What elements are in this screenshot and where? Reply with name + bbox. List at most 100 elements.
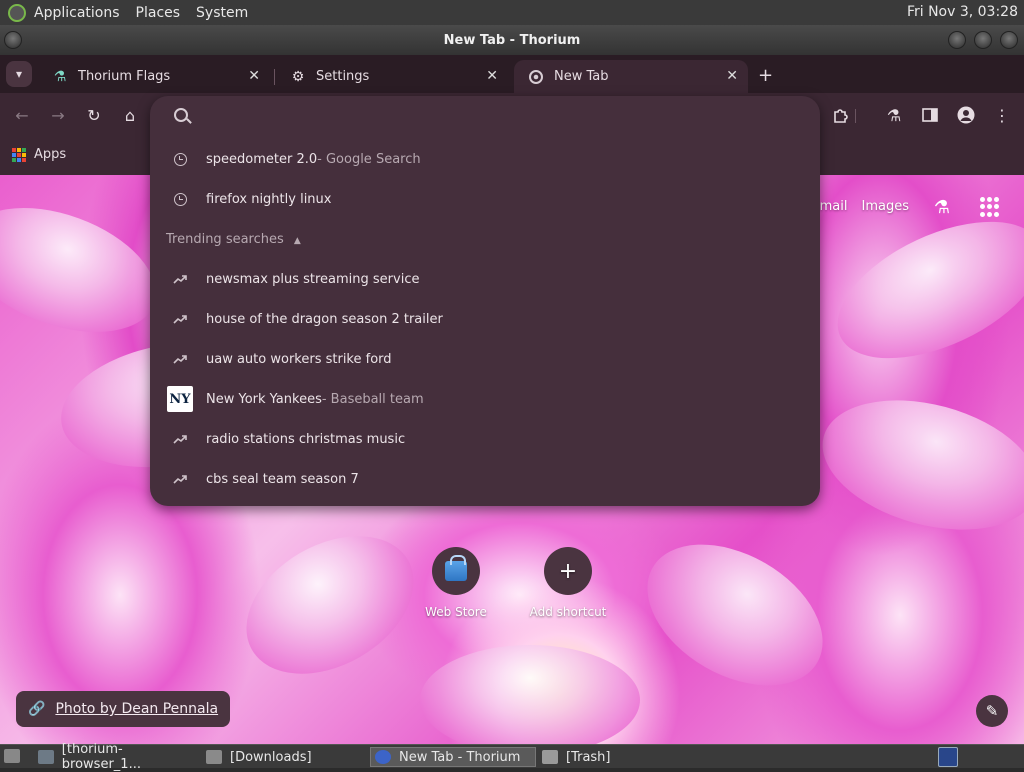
- system-panel: Applications Places System Fri Nov 3, 03…: [0, 0, 1024, 25]
- apps-grid-icon: [12, 147, 26, 162]
- plus-icon: +: [544, 547, 592, 595]
- suggestion-text: radio stations christmas music: [206, 431, 406, 447]
- web-store-icon: [432, 547, 480, 595]
- toolbar-divider: [855, 109, 856, 123]
- distro-logo-icon[interactable]: [8, 3, 26, 22]
- window-titlebar: New Tab - Thorium: [0, 25, 1024, 55]
- task-label: [Trash]: [566, 749, 611, 765]
- shortcut-add[interactable]: + Add shortcut: [518, 547, 618, 619]
- task-thorium-archive[interactable]: [thorium-browser_1...: [38, 742, 200, 772]
- tab-thorium-flags[interactable]: ⚗ Thorium Flags ✕: [38, 60, 270, 93]
- folder-icon: [206, 750, 222, 764]
- task-downloads[interactable]: [Downloads]: [206, 747, 366, 767]
- trend-icon: [172, 471, 188, 487]
- new-tab-plus-icon[interactable]: +: [758, 65, 773, 86]
- ntp-header-links: Gmail Images: [810, 199, 909, 214]
- suggestion-text: firefox nightly linux: [206, 191, 332, 207]
- task-label: [Downloads]: [230, 749, 312, 765]
- customize-pencil-icon[interactable]: ✎: [976, 695, 1008, 727]
- shortcut-label: Add shortcut: [529, 605, 607, 619]
- task-trash[interactable]: [Trash]: [542, 747, 662, 767]
- trash-icon: [542, 750, 558, 764]
- extensions-puzzle-icon[interactable]: [828, 103, 852, 127]
- close-icon[interactable]: ✕: [726, 68, 738, 84]
- side-panel-icon[interactable]: [918, 103, 942, 127]
- forward-arrow-icon[interactable]: →: [46, 103, 70, 127]
- window-title: New Tab - Thorium: [443, 32, 581, 48]
- search-icon: [174, 108, 188, 122]
- shortcut-label: Web Store: [425, 605, 487, 619]
- tab-label: Settings: [316, 69, 370, 84]
- places-menu[interactable]: Places: [128, 5, 189, 21]
- suggestion-row[interactable]: speedometer 2.0 - Google Search: [150, 139, 820, 179]
- tab-divider: [274, 69, 275, 85]
- trend-icon: [172, 271, 188, 287]
- applications-menu[interactable]: Applications: [26, 5, 128, 21]
- trending-searches-header[interactable]: Trending searches ▲: [166, 232, 301, 247]
- maximize-button[interactable]: [974, 31, 992, 49]
- task-label: New Tab - Thorium: [399, 749, 521, 765]
- photo-credit-label: Photo by Dean Pennala: [55, 701, 219, 717]
- trending-row[interactable]: cbs seal team season 7: [150, 459, 820, 499]
- background-petal: [0, 184, 173, 356]
- archive-icon: [38, 750, 54, 764]
- panel-clock[interactable]: Fri Nov 3, 03:28: [907, 4, 1018, 20]
- trend-icon: [172, 311, 188, 327]
- reload-icon[interactable]: ↻: [82, 103, 106, 127]
- background-petal: [817, 193, 1024, 387]
- bookmark-apps[interactable]: Apps: [12, 147, 66, 162]
- thorium-tray-icon[interactable]: [938, 747, 958, 767]
- home-icon[interactable]: ⌂: [118, 103, 142, 127]
- window-menu-button[interactable]: [4, 31, 22, 49]
- tab-search-button[interactable]: ▾: [6, 61, 32, 87]
- show-desktop-icon[interactable]: [4, 749, 20, 763]
- tab-label: New Tab: [554, 69, 609, 84]
- link-icon: 🔗: [28, 701, 46, 717]
- thorium-icon: [528, 69, 544, 85]
- trending-row[interactable]: newsmax plus streaming service: [150, 259, 820, 299]
- chevron-down-icon: ▾: [15, 67, 23, 81]
- trending-row[interactable]: uaw auto workers strike ford: [150, 339, 820, 379]
- shortcut-web-store[interactable]: Web Store: [406, 547, 506, 619]
- thorium-icon: [375, 750, 391, 764]
- trend-icon: [172, 431, 188, 447]
- close-icon[interactable]: ✕: [248, 68, 260, 84]
- trend-icon: [172, 351, 188, 367]
- tab-settings[interactable]: ⚙ Settings ✕: [276, 60, 508, 93]
- google-apps-grid-icon[interactable]: [980, 197, 1000, 217]
- photo-credit-button[interactable]: 🔗 Photo by Dean Pennala: [16, 691, 231, 727]
- tab-label: Thorium Flags: [78, 69, 171, 84]
- more-menu-icon[interactable]: ⋮: [990, 103, 1014, 127]
- taskbar: [thorium-browser_1... [Downloads] New Ta…: [0, 742, 1024, 772]
- background-petal: [808, 378, 1024, 552]
- suggestion-row[interactable]: firefox nightly linux: [150, 179, 820, 219]
- panel-menus: Applications Places System: [0, 3, 256, 22]
- labs-flask-icon[interactable]: ⚗: [882, 103, 906, 127]
- omnibox-dropdown: speedometer 2.0 - Google Search firefox …: [150, 96, 820, 506]
- close-window-button[interactable]: [1000, 31, 1018, 49]
- close-icon[interactable]: ✕: [486, 68, 498, 84]
- yankees-logo-icon: NY: [167, 386, 193, 412]
- suggestion-text: house of the dragon season 2 trailer: [206, 311, 443, 327]
- task-new-tab-thorium[interactable]: New Tab - Thorium: [370, 747, 536, 767]
- history-clock-icon: [172, 191, 188, 207]
- history-clock-icon: [172, 151, 188, 167]
- gear-icon: ⚙: [291, 68, 305, 85]
- system-menu[interactable]: System: [188, 5, 256, 21]
- minimize-button[interactable]: [948, 31, 966, 49]
- images-link[interactable]: Images: [862, 199, 910, 214]
- trending-row[interactable]: house of the dragon season 2 trailer: [150, 299, 820, 339]
- suggestion-text: speedometer 2.0: [206, 151, 318, 167]
- suggestion-subtext: - Google Search: [317, 151, 421, 167]
- labs-flask-icon[interactable]: ⚗: [930, 195, 954, 219]
- suggestion-text: New York Yankees: [206, 391, 322, 407]
- suggestion-subtext: - Baseball team: [321, 391, 424, 407]
- flask-icon: ⚗: [53, 68, 67, 85]
- suggestion-text: cbs seal team season 7: [206, 471, 359, 487]
- tab-new-tab[interactable]: New Tab ✕: [514, 60, 748, 93]
- background-petal: [622, 515, 848, 715]
- profile-avatar-icon[interactable]: [954, 103, 978, 127]
- trending-row[interactable]: radio stations christmas music: [150, 419, 820, 459]
- trending-row[interactable]: NY New York Yankees - Baseball team: [150, 379, 820, 419]
- back-arrow-icon[interactable]: ←: [10, 103, 34, 127]
